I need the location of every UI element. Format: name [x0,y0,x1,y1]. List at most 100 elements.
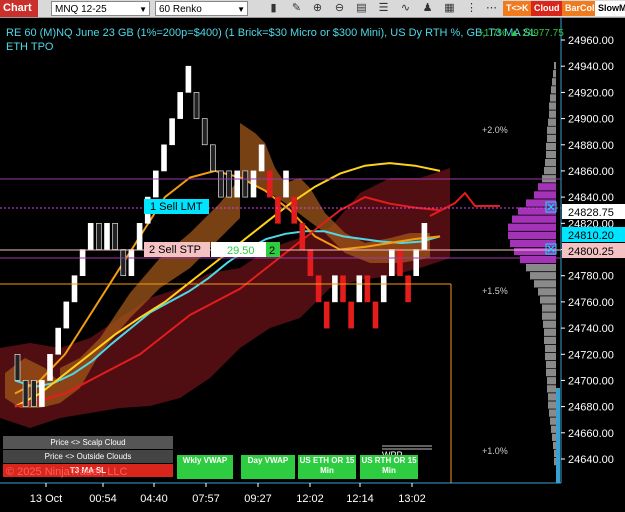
volume-profile-row [530,272,556,280]
volume-profile-row [546,142,556,151]
volume-profile-row [548,393,556,401]
renko-brick [185,65,192,93]
renko-brick [63,301,70,329]
volume-profile-row [548,118,556,126]
renko-brick [201,118,208,146]
barcol-toggle-button[interactable]: BarCol [562,1,598,16]
renko-brick [307,249,314,277]
scalp-cloud-toggle[interactable]: Price <> Scalp Cloud [3,436,173,449]
renko-brick [348,301,354,329]
renko-brick [136,223,143,250]
day-vwap-button[interactable]: Day VWAP [241,455,295,479]
renko-brick [153,170,159,198]
volume-profile-row [512,215,556,223]
zoom-in-icon[interactable]: ⊕ [310,1,325,16]
volume-profile-row [545,159,556,167]
volume-profile-row [543,320,556,328]
renko-brick [47,353,53,381]
us-eth-or-button[interactable]: US ETH OR 15 Min [298,455,356,479]
more-icon[interactable]: ⋮ [464,1,479,16]
renko-brick [275,196,281,224]
renko-brick [104,223,110,250]
time-tick-label: 12:02 [296,493,324,505]
renko-brick [112,223,118,250]
price-tick-label: 24700.00 [568,375,614,387]
price-tick-label: 24740.00 [568,323,614,335]
volume-profile-row [508,231,556,239]
price-tick-label: 24780.00 [568,271,614,283]
volume-profile-row [547,377,556,385]
renko-brick [39,380,45,407]
sell-stop-qty: 2 [269,245,275,257]
renko-brick [128,249,135,277]
zoom-out-icon[interactable]: ⊖ [332,1,347,16]
price-tick-label: 24960.00 [568,35,614,47]
chart-tab[interactable]: Chart [0,0,38,17]
renko-brick [55,327,62,355]
volume-profile-row [534,280,556,288]
price-tick-label: 24900.00 [568,114,614,126]
percent-label: +1.5% [482,286,508,296]
volume-profile-row [551,425,556,433]
volume-profile-row [545,344,556,353]
renko-brick [356,275,363,303]
renko-brick [79,249,86,277]
outside-clouds-toggle[interactable]: Price <> Outside Clouds [3,450,173,463]
us-rth-or-button[interactable]: US RTH OR 15 Min [360,455,418,479]
volume-profile-row [553,441,556,450]
dots-icon[interactable]: ⋯ [484,1,499,16]
volume-profile-row [554,62,556,70]
volume-profile-row [545,352,556,361]
draw-icon[interactable]: ✎ [289,1,304,16]
volume-profile-row [547,385,556,393]
renko-brick [14,353,21,381]
volume-profile-row [520,255,556,264]
chevron-down-icon: ▼ [139,5,147,14]
chart-header-line1: RE 60 (M)NQ June 23 GB (1%=200p=$400) (1… [6,27,537,39]
price-tick-label: 24920.00 [568,87,614,99]
slowma-toggle-button[interactable]: SlowM [595,1,625,16]
volume-profile-row [542,304,556,312]
renko-brick [210,144,216,172]
properties-icon[interactable]: ☰ [376,1,391,16]
volume-profile-row [552,78,556,86]
indicators-icon[interactable]: ∿ [398,1,413,16]
renko-brick [218,170,224,198]
chart-toolbar: Chart MNQ 12-25 ▼ 60 Renko ▼ ▮ ✎ ⊕ ⊖ ▤ ☰… [0,0,625,18]
renko-brick [30,380,37,407]
interval-selector[interactable]: 60 Renko ▼ [155,1,248,16]
weekly-vwap-button[interactable]: Wkly VWAP [177,455,233,479]
data-box-icon[interactable]: ▤ [354,1,369,16]
renko-brick [291,196,298,224]
time-tick-label: 04:40 [140,493,168,505]
overlay-percent-label: +1.7% ▲ 24977.75 [478,28,564,39]
price-marker-stop-label: 24800.25 [568,246,614,258]
bars-icon[interactable]: ▮ [266,1,281,16]
volume-profile-row [534,191,556,199]
cloud-toggle-button[interactable]: Cloud [531,1,563,16]
chevron-down-icon: ▼ [237,5,245,14]
volume-profile-row [553,70,556,78]
price-tick-label: 24660.00 [568,428,614,440]
price-tick-label: 24640.00 [568,454,614,466]
volume-profile-row [540,296,556,304]
renko-brick [71,275,78,303]
volume-profile-row [548,401,556,409]
templates-icon[interactable]: ▦ [442,1,457,16]
volume-profile-row [546,150,556,159]
volume-profile-row [554,457,556,466]
renko-brick [258,144,265,172]
renko-brick [315,275,322,303]
strategies-icon[interactable]: ♟ [420,1,435,16]
renko-brick [388,249,395,277]
price-tick-label: 24720.00 [568,349,614,361]
renko-brick [283,170,289,198]
volume-profile-row [542,312,556,320]
volume-profile-row [549,102,556,110]
tk-toggle-button[interactable]: T<>K [503,1,532,16]
instrument-selector[interactable]: MNQ 12-25 ▼ [51,1,150,16]
renko-brick [323,301,330,329]
percent-label: +1.0% [482,446,508,456]
renko-brick [177,92,183,119]
time-tick-label: 00:54 [89,493,117,505]
